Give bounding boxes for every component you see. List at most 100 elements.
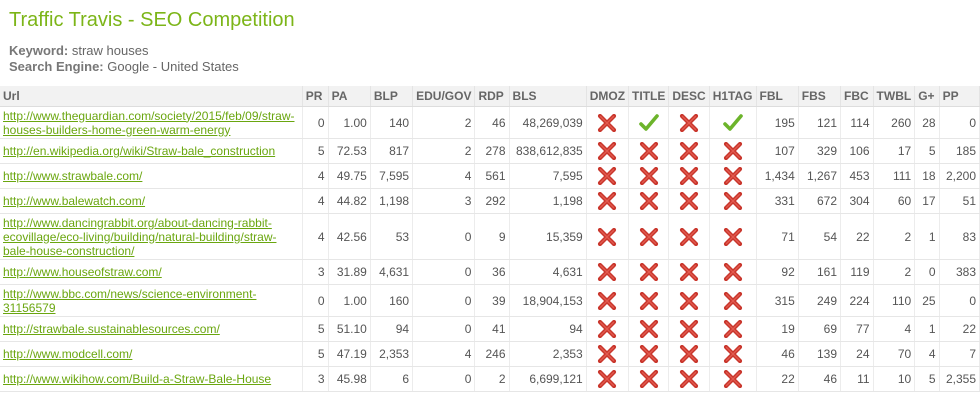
dmoz-cell <box>586 316 630 342</box>
fbs-cell: 54 <box>798 213 842 260</box>
url-link[interactable]: http://www.wikihow.com/Build-a-Straw-Bal… <box>3 372 271 386</box>
col-twbl[interactable]: TWBL <box>873 86 916 107</box>
fbc-cell: 224 <box>840 284 874 317</box>
url-cell: http://en.wikipedia.org/wiki/Straw-bale_… <box>0 138 303 164</box>
col-desc[interactable]: DESC <box>668 86 710 107</box>
fbl-cell: 107 <box>756 138 799 164</box>
col-pa[interactable]: PA <box>328 86 371 107</box>
twbl-cell: 110 <box>873 284 916 317</box>
url-link[interactable]: http://www.strawbale.com/ <box>3 169 142 183</box>
pr-cell: 5 <box>302 341 329 367</box>
table-row: http://www.dancingrabbit.org/about-danci… <box>0 213 980 260</box>
bls-cell: 838,612,835 <box>509 138 587 164</box>
pp-cell: 383 <box>939 259 980 285</box>
keyword-label: Keyword: <box>9 43 69 58</box>
cross-icon <box>679 320 699 338</box>
fbl-cell: 92 <box>756 259 799 285</box>
pp-cell: 7 <box>939 341 980 367</box>
col-title[interactable]: TITLE <box>628 86 670 107</box>
title-cell <box>628 341 670 367</box>
url-link[interactable]: http://strawbale.sustainablesources.com/ <box>3 322 220 336</box>
blp-cell: 817 <box>370 138 414 164</box>
dmoz-cell <box>586 163 630 189</box>
fbc-cell: 114 <box>840 106 874 139</box>
cross-icon <box>679 227 699 246</box>
rdp-cell: 246 <box>474 341 510 367</box>
twbl-cell: 111 <box>873 163 916 189</box>
desc-cell <box>668 188 710 214</box>
col-dmoz[interactable]: DMOZ <box>586 86 630 107</box>
cross-icon <box>679 370 699 388</box>
edu-gov-cell: 0 <box>412 213 476 260</box>
fbc-cell: 22 <box>840 213 874 260</box>
cross-icon <box>639 370 659 388</box>
col-fbc[interactable]: FBC <box>840 86 874 107</box>
col-blp[interactable]: BLP <box>370 86 414 107</box>
keyword-line: Keyword: straw houses <box>9 43 239 59</box>
col-fbs[interactable]: FBS <box>798 86 842 107</box>
cross-icon <box>723 291 743 310</box>
bls-cell: 94 <box>509 316 587 342</box>
fbl-cell: 331 <box>756 188 799 214</box>
cross-icon <box>597 370 617 388</box>
title-cell <box>628 366 670 392</box>
col-pr[interactable]: PR <box>302 86 329 107</box>
col-h1tag[interactable]: H1TAG <box>709 86 757 107</box>
col-gplus[interactable]: G+ <box>914 86 940 107</box>
cross-icon <box>639 142 659 160</box>
page-title: Traffic Travis - SEO Competition <box>9 9 295 31</box>
cross-icon <box>679 142 699 160</box>
gplus-cell: 1 <box>914 213 940 260</box>
blp-cell: 53 <box>370 213 414 260</box>
dmoz-cell <box>586 188 630 214</box>
fbl-cell: 22 <box>756 366 799 392</box>
pr-cell: 5 <box>302 138 329 164</box>
keyword-value: straw houses <box>71 43 149 58</box>
url-link[interactable]: http://www.dancingrabbit.org/about-danci… <box>3 216 276 258</box>
engine-value: Google - United States <box>107 59 239 74</box>
cross-icon <box>597 291 617 310</box>
rdp-cell: 292 <box>474 188 510 214</box>
rdp-cell: 39 <box>474 284 510 317</box>
url-link[interactable]: http://www.theguardian.com/society/2015/… <box>3 109 295 137</box>
bls-cell: 15,359 <box>509 213 587 260</box>
col-fbl[interactable]: FBL <box>756 86 799 107</box>
blp-cell: 94 <box>370 316 414 342</box>
pr-cell: 4 <box>302 163 329 189</box>
cross-icon <box>597 320 617 338</box>
col-edu-gov[interactable]: EDU/GOV <box>412 86 476 107</box>
cross-icon <box>723 263 743 281</box>
col-rdp[interactable]: RDP <box>474 86 510 107</box>
table-row: http://www.modcell.com/5 47.19 2,353 4 246 2,… <box>0 341 980 367</box>
url-link[interactable]: http://www.balewatch.com/ <box>3 194 145 208</box>
url-link[interactable]: http://www.bbc.com/news/science-environm… <box>3 287 256 315</box>
url-link[interactable]: http://www.modcell.com/ <box>3 347 132 361</box>
col-url[interactable]: Url <box>0 86 303 107</box>
cross-icon <box>639 320 659 338</box>
pa-cell: 51.10 <box>328 316 371 342</box>
cross-icon <box>723 192 743 210</box>
check-icon <box>722 113 743 132</box>
check-icon <box>638 113 659 132</box>
cross-icon <box>723 142 743 160</box>
table-row: http://strawbale.sustainablesources.com/… <box>0 316 980 342</box>
col-pp[interactable]: PP <box>939 86 980 107</box>
gplus-cell: 1 <box>914 316 940 342</box>
blp-cell: 140 <box>370 106 414 139</box>
pr-cell: 5 <box>302 316 329 342</box>
url-link[interactable]: http://www.houseofstraw.com/ <box>3 265 162 279</box>
url-cell: http://www.wikihow.com/Build-a-Straw-Bal… <box>0 366 303 392</box>
title-cell <box>628 259 670 285</box>
title-cell <box>628 316 670 342</box>
fbs-cell: 121 <box>798 106 842 139</box>
url-link[interactable]: http://en.wikipedia.org/wiki/Straw-bale_… <box>3 144 275 158</box>
bls-cell: 1,198 <box>509 188 587 214</box>
col-bls[interactable]: BLS <box>509 86 587 107</box>
fbc-cell: 453 <box>840 163 874 189</box>
cross-icon <box>639 192 659 210</box>
edu-gov-cell: 0 <box>412 259 476 285</box>
cross-icon <box>723 370 743 388</box>
pr-cell: 3 <box>302 259 329 285</box>
cross-icon <box>597 167 617 185</box>
gplus-cell: 18 <box>914 163 940 189</box>
